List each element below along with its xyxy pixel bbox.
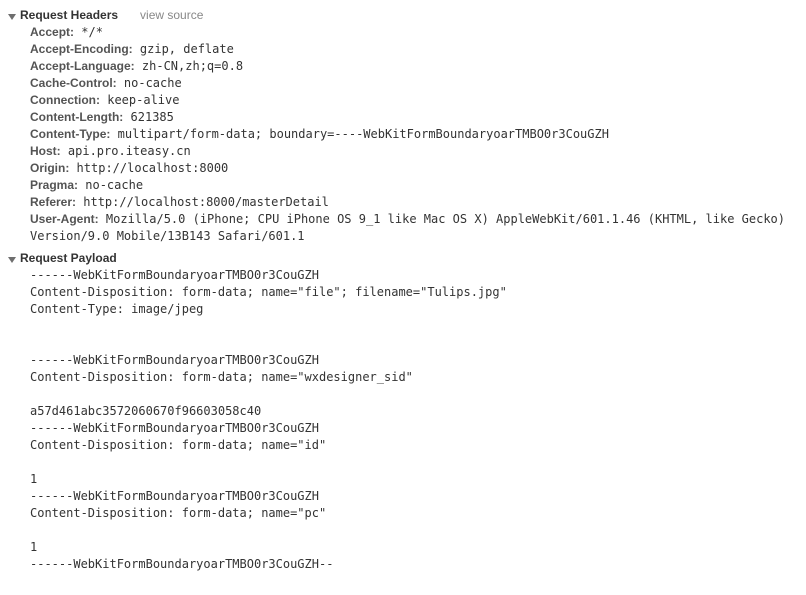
header-value: */*	[74, 25, 103, 39]
header-row: Accept-Encoding: gzip, deflate	[30, 41, 798, 58]
request-headers-title: Request Headers	[20, 8, 118, 22]
header-name: Cache-Control:	[30, 76, 117, 90]
header-row: Content-Length: 621385	[30, 109, 798, 126]
header-row: Content-Type: multipart/form-data; bound…	[30, 126, 798, 143]
header-name: Accept-Encoding:	[30, 42, 133, 56]
header-name: Referer:	[30, 195, 76, 209]
disclosure-triangle-icon	[8, 14, 16, 20]
header-name: Content-Length:	[30, 110, 123, 124]
header-value: 621385	[123, 110, 174, 124]
request-headers-list: Accept: */* Accept-Encoding: gzip, defla…	[8, 24, 798, 245]
header-row: Cache-Control: no-cache	[30, 75, 798, 92]
request-payload-title: Request Payload	[20, 251, 117, 265]
header-name: Accept:	[30, 25, 74, 39]
header-name: Origin:	[30, 161, 69, 175]
request-headers-toggle[interactable]: Request Headers view source	[8, 6, 798, 24]
header-value: no-cache	[78, 178, 143, 192]
header-row: Pragma: no-cache	[30, 177, 798, 194]
header-row: Origin: http://localhost:8000	[30, 160, 798, 177]
header-row: Accept: */*	[30, 24, 798, 41]
header-name: Accept-Language:	[30, 59, 135, 73]
view-source-link[interactable]: view source	[140, 8, 203, 22]
request-payload-section: Request Payload ------WebKitFormBoundary…	[8, 249, 798, 573]
header-name: Host:	[30, 144, 61, 158]
header-name: Connection:	[30, 93, 100, 107]
disclosure-triangle-icon	[8, 257, 16, 263]
header-row: Referer: http://localhost:8000/masterDet…	[30, 194, 798, 211]
request-payload-toggle[interactable]: Request Payload	[8, 249, 798, 267]
header-name: Content-Type:	[30, 127, 110, 141]
header-name: User-Agent:	[30, 212, 99, 226]
header-row: Accept-Language: zh-CN,zh;q=0.8	[30, 58, 798, 75]
header-value: zh-CN,zh;q=0.8	[135, 59, 243, 73]
header-value: multipart/form-data; boundary=----WebKit…	[110, 127, 609, 141]
header-value: Mozilla/5.0 (iPhone; CPU iPhone OS 9_1 l…	[30, 212, 792, 243]
header-row: Connection: keep-alive	[30, 92, 798, 109]
request-headers-section: Request Headers view source Accept: */* …	[8, 6, 798, 245]
header-name: Pragma:	[30, 178, 78, 192]
header-value: api.pro.iteasy.cn	[61, 144, 191, 158]
header-value: http://localhost:8000/masterDetail	[76, 195, 329, 209]
header-value: no-cache	[117, 76, 182, 90]
header-row: User-Agent: Mozilla/5.0 (iPhone; CPU iPh…	[30, 211, 798, 245]
header-row: Host: api.pro.iteasy.cn	[30, 143, 798, 160]
request-payload-body: ------WebKitFormBoundaryoarTMBO0r3CouGZH…	[8, 267, 798, 573]
header-value: http://localhost:8000	[69, 161, 228, 175]
header-value: keep-alive	[100, 93, 179, 107]
header-value: gzip, deflate	[133, 42, 234, 56]
